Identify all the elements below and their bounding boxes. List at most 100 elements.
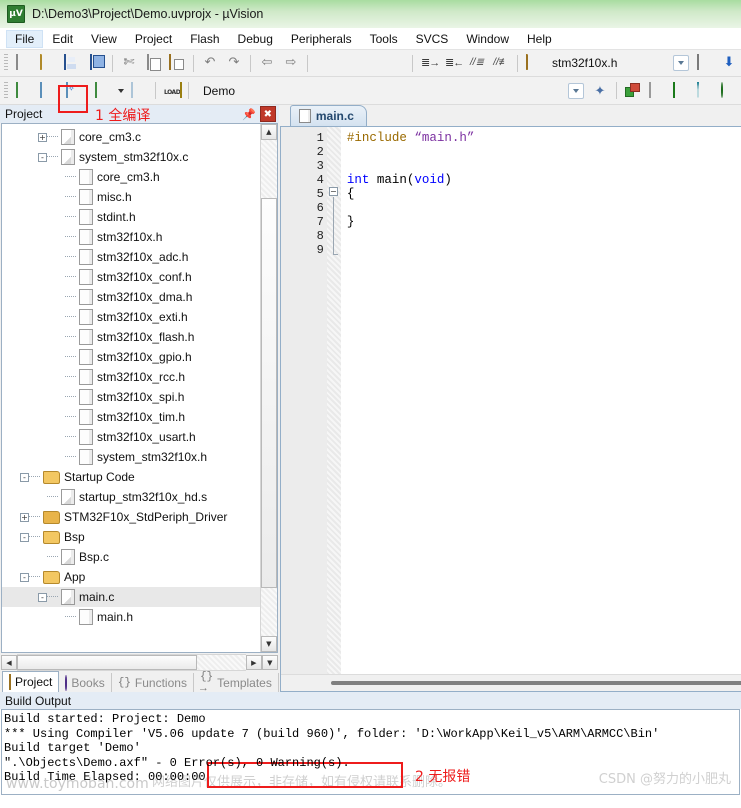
build-target-button[interactable] [37,80,59,102]
menu-item-peripherals[interactable]: Peripherals [282,30,361,48]
batch-build-dropdown[interactable] [116,80,126,102]
comment-lines-button[interactable]: //≣ [466,52,488,74]
fold-toggle-icon[interactable]: − [328,187,338,196]
menu-item-window[interactable]: Window [457,30,518,48]
tree-item[interactable]: main.h [2,607,260,627]
tree-item[interactable]: + STM32F10x_StdPeriph_Driver [2,507,260,527]
editor-hscroll-thumb[interactable] [330,681,741,685]
scroll-thumb[interactable] [260,198,277,588]
tree-item[interactable]: stm32f10x_exti.h [2,307,260,327]
pin-icon[interactable]: 📌 [242,108,256,121]
prev-bookmark-button[interactable] [337,52,359,74]
tree-item[interactable]: - system_stm32f10x.c [2,147,260,167]
tree-item[interactable]: stm32f10x_adc.h [2,247,260,267]
tree-item[interactable]: stm32f10x_usart.h [2,427,260,447]
download-button[interactable]: LOAD [161,80,183,102]
browse-symbols-button[interactable] [694,52,716,74]
clear-bookmarks-button[interactable] [385,52,407,74]
tab-main-c[interactable]: main.c [289,105,367,126]
save-button[interactable] [61,52,83,74]
tree-item[interactable]: stm32f10x_dma.h [2,287,260,307]
tree-item[interactable]: startup_stm32f10x_hd.s [2,487,260,507]
hscroll-right-button[interactable]: ▶ [245,655,262,670]
tree-item[interactable]: stdint.h [2,207,260,227]
bookmark-jump-button[interactable]: ⬇ [718,52,740,74]
rebuild-all-button[interactable]: ✧ [63,80,85,102]
tree-item[interactable]: - Bsp [2,527,260,547]
build-output-body[interactable]: Build started: Project: Demo *** Using Co… [1,709,740,795]
toggle-bookmark-button[interactable] [313,52,335,74]
tree-item[interactable]: stm32f10x_flash.h [2,327,260,347]
tree-item[interactable]: stm32f10x_tim.h [2,407,260,427]
editor-h-scrollbar[interactable] [280,674,741,691]
select-software-packs-button[interactable] [718,80,740,102]
tree-item[interactable]: Bsp.c [2,547,260,567]
paste-button[interactable] [166,52,188,74]
tree-item[interactable]: - main.c [2,587,260,607]
manage-project-items-button[interactable] [622,80,644,102]
tree-item[interactable]: system_stm32f10x.h [2,447,260,467]
hscroll-left-button[interactable]: ◀ [1,655,17,670]
next-bookmark-button[interactable] [361,52,383,74]
hscroll-track[interactable] [17,654,246,671]
open-file-button[interactable] [37,52,59,74]
save-all-button[interactable] [85,52,107,74]
pane-tab-functions[interactable]: {} Functions [112,673,194,692]
copy-button[interactable] [142,52,164,74]
tree-item[interactable]: misc.h [2,187,260,207]
scroll-up-button[interactable]: ▲ [260,124,277,140]
tree-toggle-icon[interactable]: - [38,592,47,602]
target-options-button[interactable]: ✦ [589,80,611,102]
undo-button[interactable]: ↶ [199,52,221,74]
tree-item[interactable]: - Startup Code [2,467,260,487]
tree-item[interactable]: stm32f10x_spi.h [2,387,260,407]
tree-item[interactable]: - App [2,567,260,587]
tree-item[interactable]: stm32f10x_rcc.h [2,367,260,387]
uncomment-lines-button[interactable]: //≢ [490,52,512,74]
scroll-down-button[interactable]: ▼ [260,636,277,652]
navigate-back-button[interactable]: ⇦ [256,52,278,74]
menu-item-view[interactable]: View [82,30,126,48]
tree-item[interactable]: stm32f10x_gpio.h [2,347,260,367]
redo-button[interactable]: ↷ [223,52,245,74]
indent-left-button[interactable]: ≣← [442,52,464,74]
hscroll-thumb[interactable] [17,655,197,670]
pane-tab-templates[interactable]: {}→ Templates [194,671,279,695]
tree-toggle-icon[interactable]: + [38,132,47,142]
tree-toggle-icon[interactable]: - [20,572,29,582]
scroll-track[interactable] [260,140,277,636]
tree-toggle-icon[interactable]: + [20,512,29,522]
manage-multi-project-button[interactable] [646,80,668,102]
menu-item-debug[interactable]: Debug [229,30,282,48]
find-field-value[interactable]: stm32f10x.h [546,56,623,70]
code-folding-bar[interactable]: − [326,127,341,674]
target-dropdown-button[interactable] [565,80,587,102]
pane-tab-project[interactable]: Project [2,671,60,692]
menu-item-edit[interactable]: Edit [43,30,82,48]
menu-item-svcs[interactable]: SVCS [407,30,458,48]
translate-file-button[interactable] [13,80,35,102]
pack-installer-button[interactable] [670,80,692,102]
manage-run-time-button[interactable] [694,80,716,102]
close-icon[interactable]: ✖ [259,106,276,122]
tree-item[interactable]: + core_cm3.c [2,127,260,147]
project-h-scrollbar[interactable]: ◀ ▶ ▼ [1,654,278,671]
new-file-button[interactable] [13,52,35,74]
batch-build-button[interactable] [92,80,114,102]
find-dropdown-button[interactable] [670,52,692,74]
tree-item[interactable]: stm32f10x.h [2,227,260,247]
tree-item[interactable]: stm32f10x_conf.h [2,267,260,287]
find-in-files-button[interactable] [523,52,545,74]
project-tree-scrollbar[interactable]: ▲ ▼ [259,124,277,652]
code-text[interactable]: #include “main.h” int main(void){ } [341,127,741,674]
menu-item-file[interactable]: File [6,29,44,48]
menu-item-flash[interactable]: Flash [181,30,228,48]
cut-button[interactable]: ✄ [118,52,140,74]
tree-toggle-icon[interactable]: - [20,532,29,542]
target-selector-value[interactable]: Demo [193,84,241,98]
navigate-forward-button[interactable]: ⇨ [280,52,302,74]
tree-toggle-icon[interactable]: - [20,472,29,482]
tree-toggle-icon[interactable]: - [38,152,47,162]
project-tree[interactable]: + core_cm3.c - system_stm32f10x.c core_cm3.h… [2,124,260,652]
menu-item-tools[interactable]: Tools [361,30,407,48]
